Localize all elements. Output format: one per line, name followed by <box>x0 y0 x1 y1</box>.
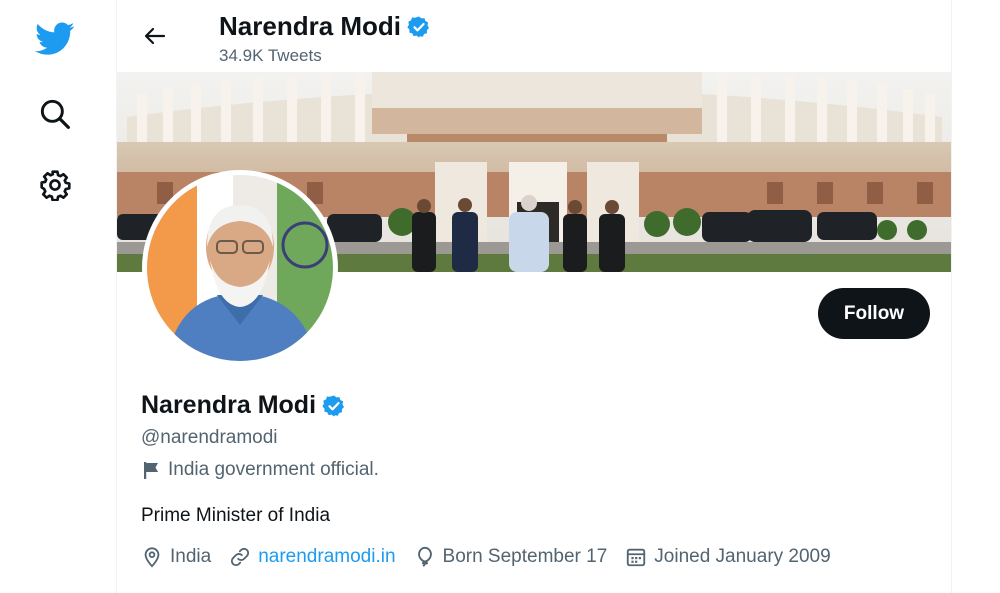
location-text: India <box>170 546 212 567</box>
flag-icon <box>144 462 158 479</box>
back-button[interactable] <box>137 18 173 54</box>
profile-name: Narendra Modi <box>141 391 317 419</box>
header-name: Narendra Modi <box>219 11 402 41</box>
follow-button[interactable]: Follow <box>818 288 930 339</box>
website-link[interactable]: narendramodi.in <box>258 546 395 568</box>
avatar-image <box>147 175 333 361</box>
profile-bio: Prime Minister of India <box>141 505 331 526</box>
search-icon <box>40 99 70 129</box>
balloon-icon <box>417 546 432 567</box>
verified-badge-icon <box>322 395 345 416</box>
location-pin-icon <box>144 547 160 568</box>
back-arrow-icon <box>144 27 166 45</box>
government-label[interactable]: India government official. <box>141 459 379 481</box>
profile-avatar[interactable] <box>142 170 338 366</box>
birthday-item: Born September 17 <box>414 546 608 568</box>
twitter-logo-button[interactable] <box>32 16 78 62</box>
joined-text: Joined January 2009 <box>654 546 831 567</box>
left-nav <box>0 0 116 593</box>
profile-handle: @narendramodi <box>141 427 278 448</box>
link-icon <box>231 547 250 567</box>
explore-button[interactable] <box>32 91 78 137</box>
profile-meta: India narendramodi.in Born September 17 <box>141 546 849 568</box>
gear-icon <box>40 170 71 201</box>
website-item: narendramodi.in <box>229 546 396 568</box>
profile-header-bar: Narendra Modi 34.9K Tweets <box>117 0 951 72</box>
calendar-icon <box>627 548 646 567</box>
location-item: India <box>141 546 211 568</box>
header-title: Narendra Modi <box>219 11 431 42</box>
verified-badge-icon <box>407 16 430 37</box>
birthday-text: Born September 17 <box>442 546 608 567</box>
twitter-logo-icon <box>35 22 75 55</box>
joined-item: Joined January 2009 <box>625 546 831 568</box>
settings-button[interactable] <box>32 162 78 208</box>
government-label-text: India government official. <box>168 459 379 480</box>
profile-name-row: Narendra Modi <box>141 391 346 420</box>
tweet-count: 34.9K Tweets <box>219 46 322 65</box>
profile-column: Narendra Modi 34.9K Tweets Follow Narend… <box>116 0 952 593</box>
